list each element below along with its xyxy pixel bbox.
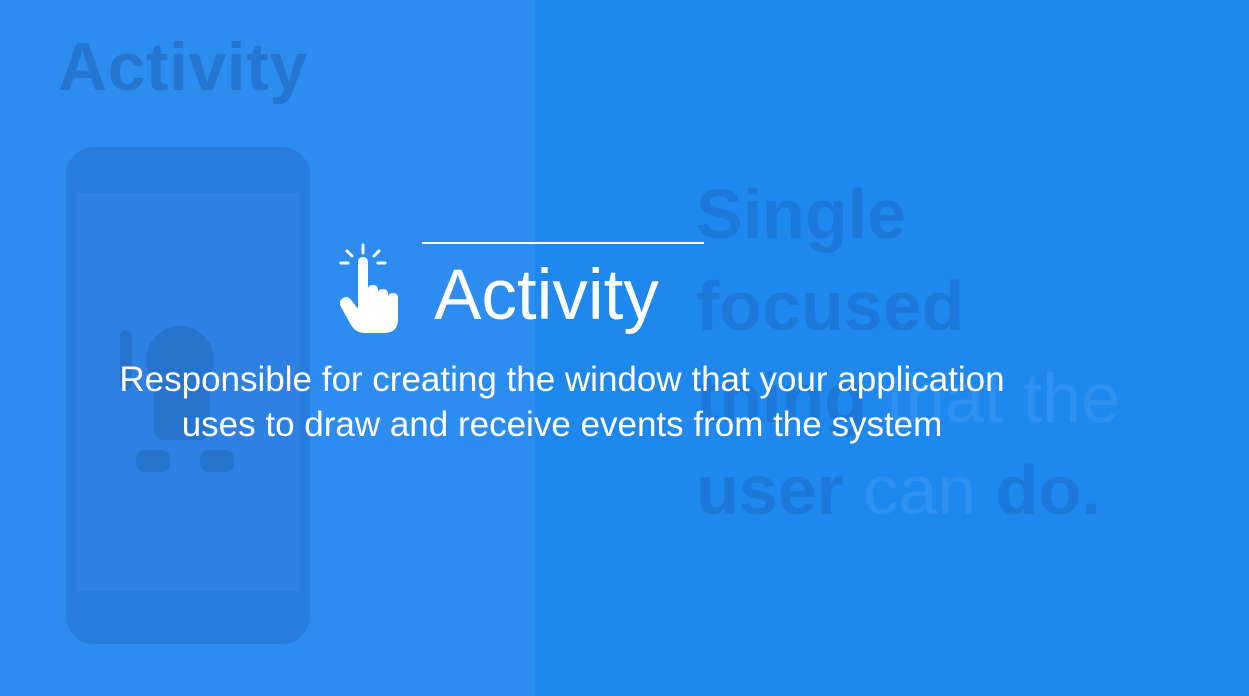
tagline-word-user: user <box>696 451 844 529</box>
background-heading: Activity <box>58 29 308 105</box>
tagline-word-do: do. <box>995 451 1101 529</box>
tagline-line-4: user can do. <box>696 444 1216 536</box>
tap-finger-icon <box>339 243 398 333</box>
title-divider-line <box>422 242 704 244</box>
description-line-2: uses to draw and receive events from the… <box>181 405 943 444</box>
tagline-line-1: Single <box>696 175 907 253</box>
background-tagline: Single focused thing that the user can d… <box>696 168 1216 536</box>
slide-description: Responsible for creating the window that… <box>0 357 1124 447</box>
tagline-line-2: focused <box>696 267 965 345</box>
description-line-1: Responsible for creating the window that… <box>119 360 1005 399</box>
tagline-word-can: can <box>843 451 996 529</box>
slide-title: Activity <box>434 256 659 335</box>
